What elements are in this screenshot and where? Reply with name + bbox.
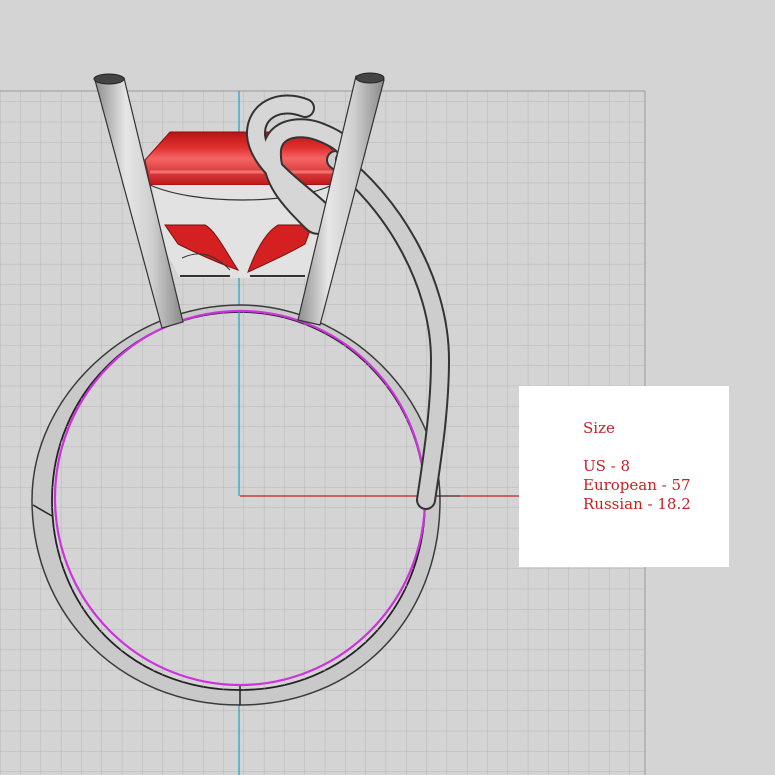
size-title: Size xyxy=(583,419,615,437)
gemstone-crown xyxy=(144,131,343,186)
size-european: European - 57 xyxy=(583,476,691,494)
cad-viewport[interactable]: Size US - 8 European - 57 Russian - 18.2 xyxy=(0,0,775,775)
size-us: US - 8 xyxy=(583,457,631,475)
size-info-panel: Size US - 8 European - 57 Russian - 18.2 xyxy=(519,386,729,567)
size-russian: Russian - 18.2 xyxy=(583,495,691,513)
